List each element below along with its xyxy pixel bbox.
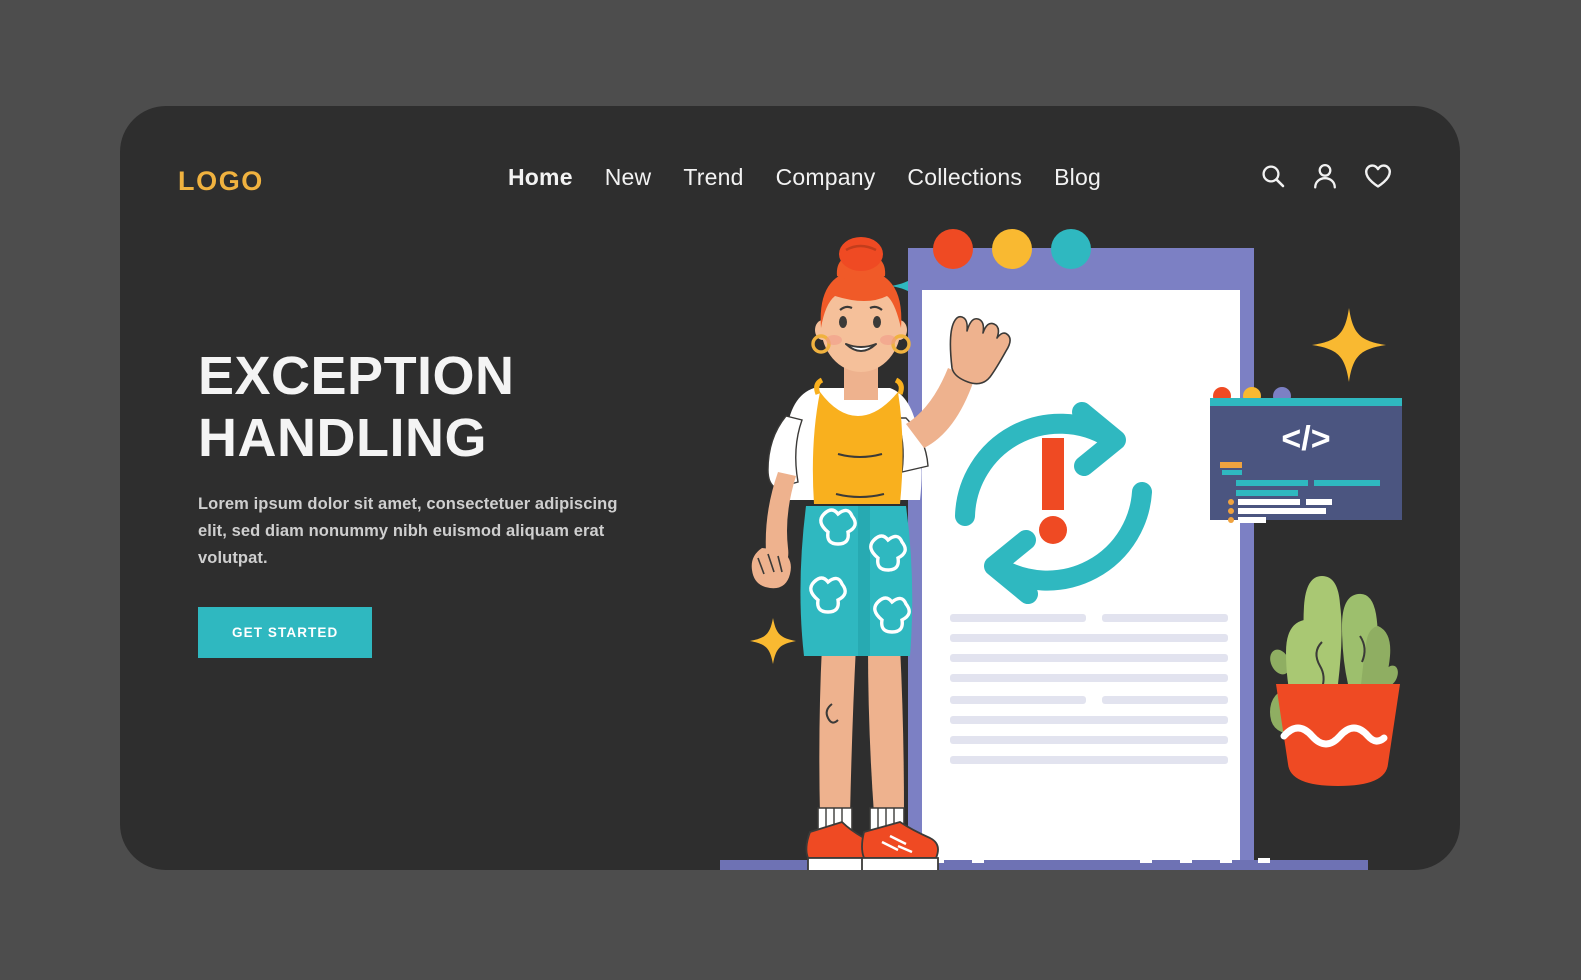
headline-line-2: HANDLING — [198, 407, 487, 468]
nav-link-new[interactable]: New — [605, 164, 652, 191]
nav-link-blog[interactable]: Blog — [1054, 164, 1101, 191]
code-snippet-panel: </> — [1210, 387, 1402, 523]
page-title: EXCEPTION HANDLING — [198, 346, 718, 469]
hero-copy: EXCEPTION HANDLING Lorem ipsum dolor sit… — [198, 346, 718, 659]
potted-plant — [1270, 576, 1400, 786]
hero-subcopy: Lorem ipsum dolor sit amet, consectetuer… — [198, 495, 618, 567]
headline-line-1: EXCEPTION — [198, 346, 515, 406]
teal-dot — [1051, 229, 1091, 269]
exception-handling-illustration: </> — [710, 216, 1410, 870]
hair-bun — [839, 237, 883, 271]
left-hand — [751, 548, 791, 589]
nav-link-home[interactable]: Home — [508, 164, 573, 191]
yellow-dot — [992, 229, 1032, 269]
code-symbol: </> — [1281, 420, 1330, 458]
nav-link-collections[interactable]: Collections — [907, 164, 1022, 191]
exclamation-bar — [1042, 438, 1064, 510]
logo[interactable]: LOGO — [178, 166, 264, 197]
hero-card: LOGO Home New Trend Company Collections … — [120, 106, 1460, 870]
nav-link-trend[interactable]: Trend — [683, 164, 743, 191]
left-shoe — [805, 820, 873, 859]
sparkle-yellow-large — [1312, 308, 1386, 382]
nav-icon-group — [1260, 162, 1392, 190]
red-dot — [933, 229, 973, 269]
nav-link-company[interactable]: Company — [776, 164, 876, 191]
heart-icon[interactable] — [1364, 163, 1392, 189]
user-icon[interactable] — [1312, 162, 1338, 190]
sparkle-yellow-small — [750, 618, 796, 664]
search-icon[interactable] — [1260, 163, 1286, 189]
nav-links: Home New Trend Company Collections Blog — [508, 164, 1101, 191]
exclamation-dot — [1039, 516, 1067, 544]
get-started-button[interactable]: GET STARTED — [198, 607, 373, 659]
page-root: LOGO Home New Trend Company Collections … — [0, 0, 1581, 980]
